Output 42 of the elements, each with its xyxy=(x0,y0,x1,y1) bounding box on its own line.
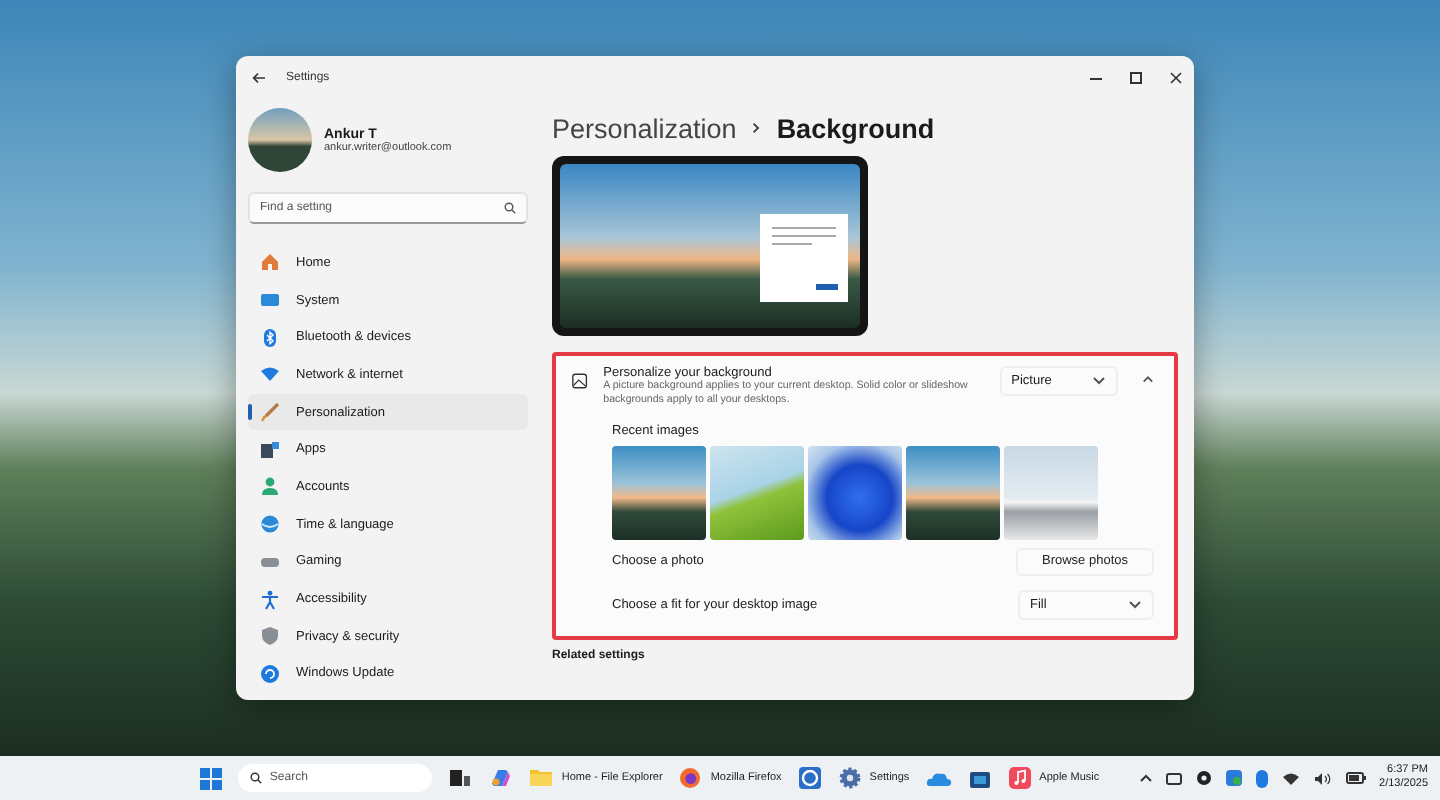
chevron-down-icon xyxy=(1092,376,1107,386)
accessibility-icon xyxy=(260,589,280,610)
cloud-icon[interactable] xyxy=(925,768,952,788)
person-icon xyxy=(260,476,280,497)
shield-icon xyxy=(260,626,280,647)
copilot-icon[interactable] xyxy=(487,766,512,790)
s-app-icon[interactable] xyxy=(797,766,822,790)
cars-thumbnail[interactable] xyxy=(1004,445,1098,540)
speaker-icon[interactable] xyxy=(1313,771,1332,785)
brush-icon xyxy=(260,402,280,423)
firefox-icon[interactable] xyxy=(678,766,703,790)
monitor-icon xyxy=(260,290,280,311)
apps-icon xyxy=(260,439,280,460)
page-title: Background xyxy=(776,113,935,143)
music-note-icon[interactable] xyxy=(1007,766,1032,790)
wifi-icon[interactable] xyxy=(1281,771,1300,785)
chevron-right-icon xyxy=(752,122,761,134)
globe-icon xyxy=(260,514,280,535)
breadcrumb-link[interactable]: Personalization xyxy=(552,113,737,143)
hill-thumbnail[interactable] xyxy=(710,445,804,540)
swirl-thumbnail[interactable] xyxy=(808,445,902,540)
windows-logo-icon[interactable] xyxy=(199,767,222,789)
store-bag-icon[interactable] xyxy=(967,766,992,790)
battery-icon[interactable] xyxy=(1345,772,1366,784)
chevron-down-icon xyxy=(1128,600,1142,611)
mountain-thumbnail[interactable] xyxy=(906,445,1000,540)
tray-app-icon[interactable] xyxy=(1165,770,1182,786)
wifi-icon xyxy=(260,364,280,385)
avatar-photo xyxy=(248,108,312,172)
search-icon xyxy=(249,772,262,784)
mountain-thumbnail[interactable] xyxy=(612,445,706,540)
close-icon[interactable] xyxy=(1170,72,1182,84)
update-icon xyxy=(260,663,280,684)
maximize-icon[interactable] xyxy=(1130,72,1142,84)
search-icon xyxy=(504,202,516,214)
task-view-icon[interactable] xyxy=(447,766,472,790)
minimize-icon[interactable] xyxy=(1090,77,1102,79)
house-icon xyxy=(260,252,280,273)
image-icon xyxy=(572,372,588,390)
chevron-up-icon[interactable] xyxy=(1142,374,1154,384)
chevron-up-icon[interactable] xyxy=(1139,774,1152,782)
back-arrow-icon[interactable] xyxy=(252,72,266,84)
